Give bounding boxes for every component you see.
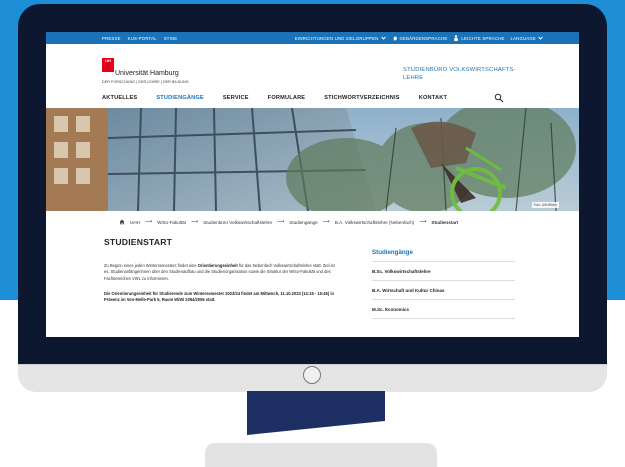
main-navigation: AKTUELLES STUDIENGÄNGE SERVICE FORMULARE… [46, 88, 579, 108]
breadcrumb-item-ba-vwl[interactable]: B.A. Volkswirtschaftslehre (Nebenfach) [335, 220, 414, 225]
person-icon [454, 35, 459, 41]
logo-tagline: DER FORSCHUNG | DER LEHRE | DER BILDUNG [102, 80, 189, 84]
home-icon[interactable] [119, 219, 125, 225]
breadcrumb-item-wiso[interactable]: WiSo-Fakultät [157, 220, 186, 225]
sidebar: Studiengänge B.Sc. Volkswirtschaftslehre… [372, 249, 515, 319]
intro-text: Zu Beginn eines jeden Wintersemesters fi… [104, 263, 198, 268]
arrow-right-icon: ⟶ [419, 219, 427, 225]
utility-link-presse[interactable]: PRESSE [102, 36, 121, 41]
arrow-right-icon: ⟶ [144, 219, 153, 225]
hand-icon [393, 36, 397, 41]
nav-item-formulare[interactable]: FORMULARE [268, 95, 306, 101]
site-header: UH Universität Hamburg DER FORSCHUNG | D… [46, 44, 579, 88]
arrow-right-icon: ⟶ [277, 219, 285, 225]
breadcrumb-item-studiengaenge[interactable]: Studiengänge [289, 220, 317, 225]
nav-item-aktuelles[interactable]: AKTUELLES [102, 95, 137, 101]
utility-menu-label: EINRICHTUNGEN UND ZIELGRUPPEN [294, 35, 379, 41]
sidebar-item-ba-kultur-chinas[interactable]: B.A. Wirtschaft und Kultur Chinas [372, 281, 515, 300]
logo-badge-text: UH [105, 58, 111, 63]
site-title[interactable]: STUDIENBÜRO VOLKSWIRTSCHAFTS-LEHRE [403, 66, 523, 82]
page-title: STUDIENSTART [104, 237, 173, 247]
breadcrumb: UHH ⟶ WiSo-Fakultät ⟶ Studienbüro Volksw… [46, 211, 579, 233]
sidebar-item-bsc-vwl[interactable]: B.Sc. Volkswirtschaftslehre [372, 262, 515, 281]
nav-item-studiengaenge[interactable]: STUDIENGÄNGE [156, 95, 203, 101]
breadcrumb-item-uhh[interactable]: UHH [130, 220, 140, 225]
utility-menu-language[interactable]: LANGUAGE [511, 36, 543, 41]
monitor-stand-base [205, 443, 437, 467]
utility-link-stine[interactable]: STINE [164, 36, 178, 41]
utility-link-label: GEBÄRDENSPRACHE [399, 35, 448, 41]
hero-image: Foto: UHH/Bohn [46, 108, 579, 211]
uhh-logo-badge[interactable]: UH [102, 58, 114, 72]
utility-link-leichte-sprache[interactable]: LEICHTE SPRACHE [453, 35, 504, 41]
main-content: STUDIENSTART Zu Beginn eines jeden Winte… [46, 233, 579, 337]
utility-bar: PRESSE KUS-PORTAL STINE EINRICHTUNGEN UN… [46, 32, 579, 44]
utility-menu-einrichtungen[interactable]: EINRICHTUNGEN UND ZIELGRUPPEN [295, 36, 386, 41]
logo-name[interactable]: Universität Hamburg [115, 70, 179, 77]
utility-link-label: LEICHTE SPRACHE [461, 35, 505, 41]
nav-item-stichwortverzeichnis[interactable]: STICHWORTVERZEICHNIS [324, 95, 399, 101]
utility-menu-label: LANGUAGE [510, 35, 536, 41]
hero-photo [46, 108, 579, 211]
nav-item-service[interactable]: SERVICE [223, 95, 249, 101]
monitor-screen: PRESSE KUS-PORTAL STINE EINRICHTUNGEN UN… [46, 32, 579, 337]
search-icon [494, 93, 504, 103]
stand-graphic [247, 391, 385, 443]
utility-link-gebaerdensprache[interactable]: GEBÄRDENSPRACHE [392, 35, 448, 41]
power-button [303, 366, 321, 384]
nav-item-kontakt[interactable]: KONTAKT [419, 95, 447, 101]
chevron-down-icon [380, 36, 386, 40]
notice-paragraph: Die Orientierungseinheit für Studierende… [104, 291, 334, 303]
sidebar-item-msc-economics[interactable]: M.Sc. Economics [372, 300, 515, 319]
photo-credit: Foto: UHH/Bohn [531, 202, 559, 208]
breadcrumb-item-current: Studienstart [431, 219, 459, 225]
chevron-down-icon [538, 36, 543, 40]
arrow-right-icon: ⟶ [322, 219, 330, 225]
arrow-right-icon: ⟶ [190, 219, 199, 225]
intro-paragraph: Zu Beginn eines jeden Wintersemesters fi… [104, 263, 340, 282]
breadcrumb-item-studienbuero[interactable]: Studienbüro Volkswirtschaftslehre [203, 220, 272, 225]
search-button[interactable] [494, 93, 504, 103]
utility-link-kus-portal[interactable]: KUS-PORTAL [128, 36, 157, 41]
intro-bold-text: Orientierungseinheit [197, 263, 238, 268]
sidebar-heading: Studiengänge [372, 249, 515, 262]
monitor-stand [247, 391, 385, 443]
